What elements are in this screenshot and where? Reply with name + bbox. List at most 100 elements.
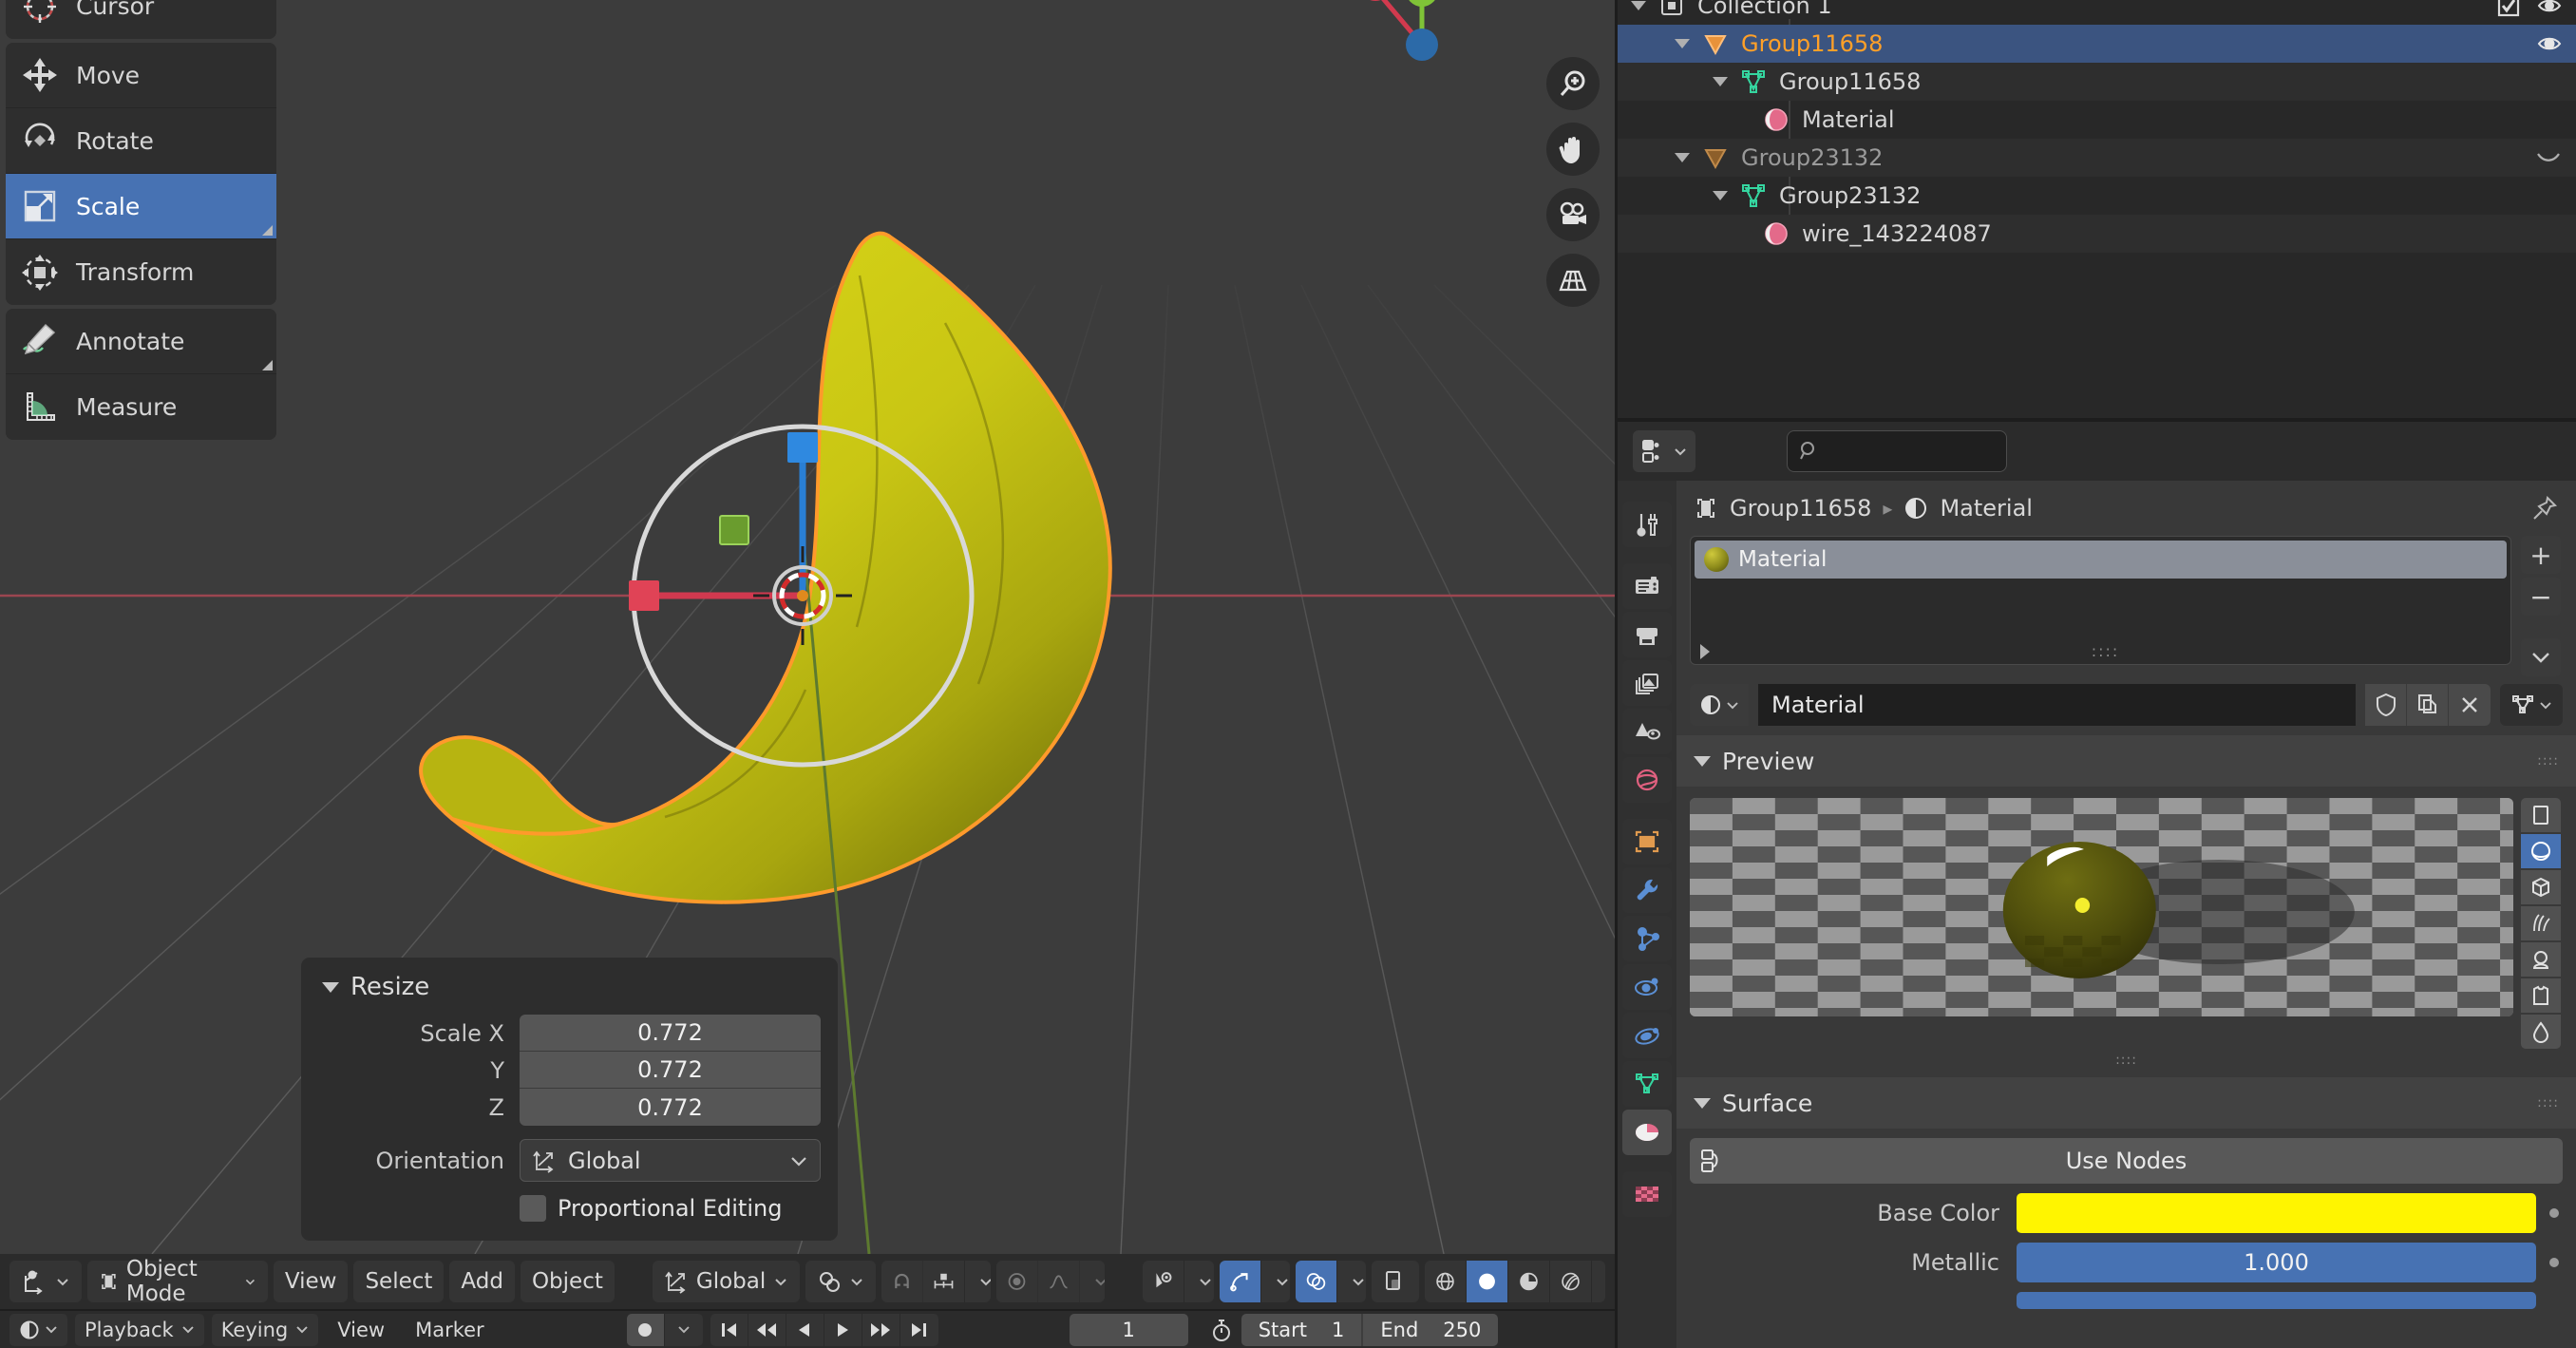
outliner-panel[interactable]: Collection 1 Group11658 Group11658 Mater… (1618, 0, 2576, 418)
jump-start-icon[interactable] (710, 1313, 748, 1346)
fake-user-shield-icon[interactable] (2365, 684, 2407, 726)
hand-icon[interactable] (1546, 123, 1600, 176)
material-specials-menu-button[interactable] (2521, 638, 2561, 676)
next-keyframe-icon[interactable] (862, 1313, 900, 1346)
menu-marker[interactable]: Marker (404, 1319, 496, 1341)
proportional-falloff-icon[interactable] (1038, 1261, 1080, 1302)
visibility-group[interactable] (1143, 1261, 1214, 1302)
search-input[interactable] (1787, 430, 2007, 472)
scale-y-input[interactable]: 0.772 (520, 1052, 821, 1089)
menu-view[interactable]: View (273, 1261, 349, 1302)
texture-tab[interactable] (1622, 1171, 1672, 1217)
tool-tab[interactable] (1622, 502, 1672, 547)
proportional-editing-checkbox[interactable] (520, 1195, 546, 1222)
gizmo-icon[interactable] (1219, 1261, 1261, 1302)
material-name-buttons[interactable] (2365, 684, 2491, 726)
remove-material-slot-button[interactable]: − (2521, 578, 2561, 616)
breadcrumb-object[interactable]: Group11658 (1730, 495, 1871, 522)
tool-measure[interactable]: Measure (6, 374, 276, 440)
properties-tab-strip[interactable] (1618, 481, 1676, 1348)
outliner-row-material[interactable]: Material (1618, 101, 2576, 139)
preview-cloth-icon[interactable] (2521, 978, 2561, 1013)
scale-z-input[interactable]: 0.772 (520, 1089, 821, 1126)
menu-add[interactable]: Add (449, 1261, 515, 1302)
transport-controls[interactable] (710, 1313, 938, 1346)
proportional-editing-row[interactable]: Proportional Editing (520, 1195, 821, 1222)
outliner-row-group11658-mesh[interactable]: Group11658 (1618, 63, 2576, 101)
link-socket-dot-icon[interactable] (2549, 1258, 2559, 1267)
object-mode-selector[interactable]: Object Mode (87, 1257, 268, 1306)
outliner-row-controls[interactable] (2536, 30, 2563, 57)
proportional-edit-icon[interactable] (996, 1261, 1038, 1302)
view-layer-tab[interactable] (1622, 660, 1672, 706)
snap-increment-icon[interactable] (923, 1261, 966, 1302)
surface-section-header[interactable]: Surface :::: (1676, 1077, 2576, 1129)
breadcrumb-material[interactable]: Material (1940, 495, 2033, 522)
outliner-row-wire-material[interactable]: wire_143224087 (1618, 215, 2576, 253)
menu-select[interactable]: Select (353, 1261, 445, 1302)
shading-rendered-icon[interactable] (1550, 1261, 1593, 1302)
prev-keyframe-icon[interactable] (748, 1313, 786, 1346)
chevron-down-icon[interactable] (965, 1261, 991, 1302)
material-name-input[interactable]: Material (1758, 684, 2356, 726)
chevron-down-icon[interactable] (1675, 39, 1690, 48)
chevron-down-icon[interactable] (1713, 191, 1728, 200)
play-icon[interactable] (824, 1313, 862, 1346)
scale-x-input[interactable]: 0.772 (520, 1015, 821, 1052)
shading-solid-icon[interactable] (1467, 1261, 1509, 1302)
outliner-row-controls[interactable] (2534, 147, 2563, 168)
breadcrumb[interactable]: Group11658 ▸ Material (1676, 481, 2576, 536)
viewport-header-bar[interactable]: Object Mode View Select Add Object Globa… (0, 1254, 1615, 1309)
metallic-slider[interactable]: 1.000 (2017, 1243, 2536, 1282)
checkbox-checked-icon[interactable] (2496, 0, 2521, 18)
eye-closed-icon[interactable] (2534, 147, 2563, 168)
add-material-slot-button[interactable]: + (2521, 536, 2561, 574)
chevron-right-icon[interactable] (1700, 643, 1710, 659)
tool-scale[interactable]: Scale (6, 174, 276, 239)
tool-annotate[interactable]: Annotate (6, 309, 276, 374)
chevron-down-icon[interactable] (1631, 1, 1646, 10)
zoom-icon[interactable] (1546, 57, 1600, 110)
shading-wireframe-icon[interactable] (1425, 1261, 1468, 1302)
eye-icon[interactable] (2536, 0, 2563, 19)
unlink-x-icon[interactable] (2449, 684, 2491, 726)
chevron-down-icon[interactable] (1261, 1261, 1290, 1302)
menu-view-timeline[interactable]: View (326, 1319, 396, 1341)
resize-grip[interactable]: :::: (2092, 642, 2120, 660)
play-reverse-icon[interactable] (786, 1313, 824, 1346)
chevron-down-icon[interactable] (1675, 153, 1690, 162)
material-preview-canvas[interactable] (1690, 798, 2513, 1016)
record-icon[interactable] (626, 1313, 665, 1346)
preview-sphere-icon[interactable] (2521, 834, 2561, 868)
snap-magnet-icon[interactable] (881, 1261, 924, 1302)
preview-shape-buttons[interactable] (2521, 798, 2563, 1049)
viewport-toolbar[interactable]: Cursor Move Rotate Scale Transform Annot… (6, 0, 276, 440)
auto-keying-group[interactable] (626, 1313, 703, 1346)
material-tab[interactable] (1622, 1110, 1672, 1155)
eye-icon[interactable] (2536, 30, 2563, 57)
new-material-copy-icon[interactable] (2407, 684, 2449, 726)
render-tab[interactable] (1622, 563, 1672, 609)
outliner-row-group23132-mesh[interactable]: Group23132 (1618, 177, 2576, 215)
chevron-down-icon[interactable] (1080, 1261, 1106, 1302)
resize-operator-panel[interactable]: Resize Scale X 0.772 Y 0.772 Z 0.772 Ori… (301, 958, 838, 1241)
chevron-down-icon[interactable] (1592, 1261, 1605, 1302)
mesh-data-select-button[interactable] (2500, 684, 2563, 726)
preview-section-header[interactable]: Preview :::: (1676, 735, 2576, 787)
overlays-group[interactable] (1295, 1261, 1367, 1302)
tool-rotate[interactable]: Rotate (6, 108, 276, 174)
object-tab[interactable] (1622, 819, 1672, 864)
outliner-row-group11658-object[interactable]: Group11658 (1618, 25, 2576, 63)
start-frame-field[interactable]: Start 1 (1241, 1313, 1362, 1346)
base-color-swatch[interactable] (2017, 1193, 2536, 1233)
jump-end-icon[interactable] (900, 1314, 938, 1346)
orientation-select[interactable]: Global (520, 1139, 821, 1182)
data-tab[interactable] (1622, 1061, 1672, 1107)
end-frame-field[interactable]: End 250 (1361, 1313, 1499, 1346)
current-frame-field[interactable]: 1 (1069, 1313, 1188, 1346)
outliner-row-group23132-object[interactable]: Group23132 (1618, 139, 2576, 177)
preview-flat-icon[interactable] (2521, 798, 2561, 832)
overlays-icon[interactable] (1295, 1261, 1337, 1302)
tool-expand-corner[interactable] (262, 225, 273, 236)
snapping-group[interactable] (881, 1261, 991, 1302)
